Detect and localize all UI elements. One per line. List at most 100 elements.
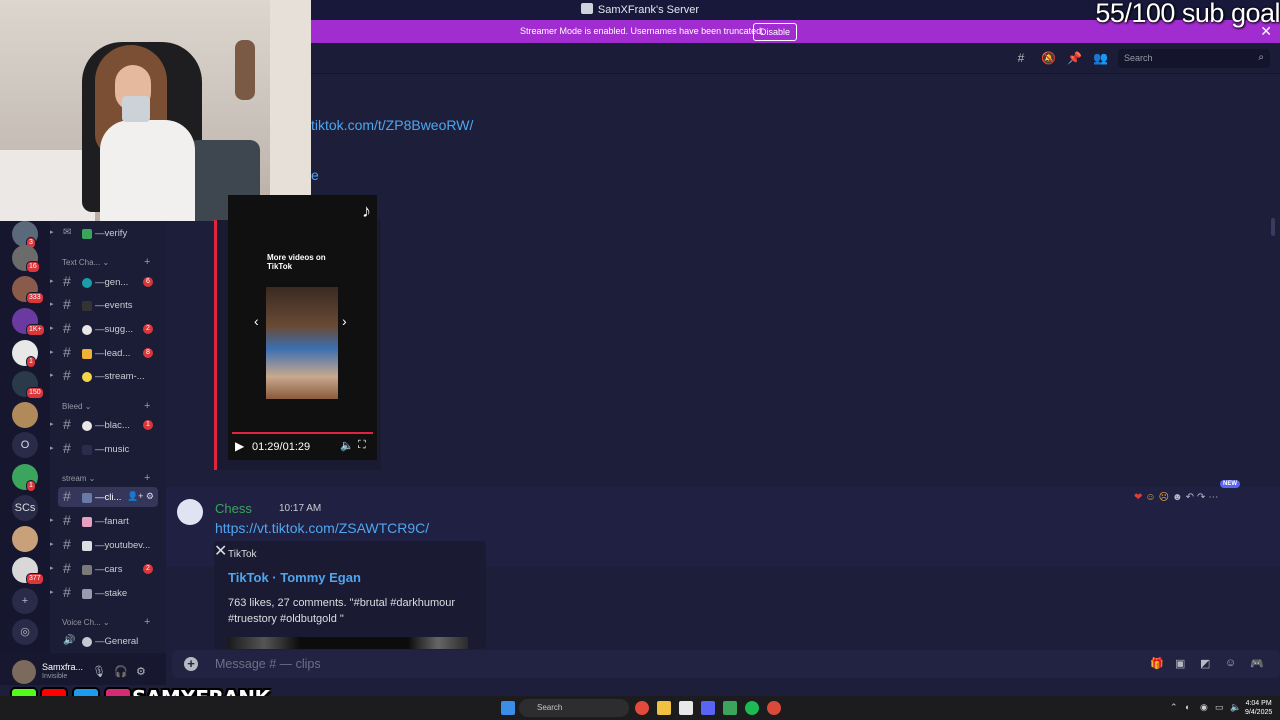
channel-settings-icon[interactable]: 👤+ ⚙: [127, 491, 154, 502]
windows-taskbar: Search ⌃ ◐ ◉ ▭ 🔈 4:04 PM 9/4/2025: [0, 696, 1280, 720]
tray-app-icon-2[interactable]: ◉: [1200, 702, 1208, 713]
video-progress-bar[interactable]: [232, 432, 373, 434]
sticker-icon[interactable]: ◩: [1200, 657, 1210, 670]
store-icon[interactable]: [679, 701, 693, 715]
apps-icon[interactable]: 🎮: [1250, 657, 1264, 670]
tray-expand-icon[interactable]: ⌃: [1170, 702, 1178, 713]
spotify-icon[interactable]: [745, 701, 759, 715]
gif-icon[interactable]: ▣: [1175, 657, 1185, 670]
message-link[interactable]: https://vt.tiktok.com/ZSAWTCR9C/: [215, 520, 429, 536]
message-input[interactable]: Message # — clips: [215, 657, 321, 671]
channel-music[interactable]: ▸ # —music: [50, 439, 166, 459]
volume-icon[interactable]: 🔈: [340, 439, 354, 452]
volume-tray-icon[interactable]: 🔈: [1230, 702, 1241, 713]
discord-taskbar-icon[interactable]: [701, 701, 715, 715]
prev-video-icon[interactable]: ‹: [254, 313, 259, 329]
category-bleed[interactable]: Bleed ⌄ +: [62, 400, 150, 412]
channel-blackjack[interactable]: ▸ # —blac... 1: [50, 415, 166, 435]
headphones-icon[interactable]: 🎧: [114, 665, 128, 678]
windows-start-icon[interactable]: [501, 701, 515, 715]
trophy-emoji-icon: [82, 349, 92, 359]
server-icon-8[interactable]: O: [12, 432, 38, 458]
server-icon-4[interactable]: 1K+: [12, 308, 45, 336]
laugh-reaction-icon[interactable]: ☺: [1145, 489, 1155, 507]
add-server-icon[interactable]: +: [12, 588, 38, 614]
channel-fanart[interactable]: ▸ # —fanart: [50, 511, 166, 531]
server-icon-12[interactable]: 377: [12, 557, 44, 585]
avatar[interactable]: [177, 499, 203, 525]
server-icon-10[interactable]: SCs: [12, 495, 38, 521]
channel-cars[interactable]: ▸ # —cars 2: [50, 559, 166, 579]
server-icon-3[interactable]: 333: [12, 276, 44, 304]
play-icon[interactable]: ▶: [235, 439, 244, 453]
window-title: SamXFrank's Server: [597, 4, 700, 16]
server-icon-6[interactable]: 150: [12, 371, 44, 399]
server-icon-11[interactable]: [12, 526, 38, 552]
server-icon-1[interactable]: 3: [12, 221, 38, 249]
heart-reaction-icon[interactable]: ❤: [1134, 489, 1142, 507]
hash-icon: #: [63, 560, 71, 576]
fullscreen-icon[interactable]: ⛶: [358, 439, 366, 452]
message-author[interactable]: Chess: [215, 501, 252, 516]
channel-suggestions[interactable]: ▸ # —sugg... 2: [50, 319, 166, 339]
category-voice[interactable]: Voice Ch... ⌄ +: [62, 616, 150, 628]
taskbar-clock[interactable]: 4:04 PM 9/4/2025: [1245, 699, 1272, 717]
mute-icon[interactable]: 🔕: [1041, 51, 1056, 65]
add-channel-icon[interactable]: +: [144, 472, 150, 484]
tiktok-video-player[interactable]: ♪ More videos on TikTok ‹ › ▶ 01:29/01:2…: [228, 195, 377, 460]
add-channel-icon[interactable]: +: [144, 400, 150, 412]
more-videos-text: More videos on TikTok: [267, 253, 326, 271]
channel-verify[interactable]: ▸ ✉ —verify: [50, 223, 166, 243]
channel-leaderboard[interactable]: ▸ # —lead... 8: [50, 343, 166, 363]
obs-icon[interactable]: [723, 701, 737, 715]
next-video-icon[interactable]: ›: [342, 313, 347, 329]
avatar[interactable]: [12, 660, 36, 684]
channel-stake[interactable]: ▸ # —stake: [50, 583, 166, 603]
members-icon[interactable]: 👥: [1093, 51, 1108, 65]
channel-general[interactable]: ▸ # —gen... 6: [50, 272, 166, 292]
settings-gear-icon[interactable]: ⚙: [136, 665, 146, 678]
channel-events[interactable]: ▸ # —events: [50, 295, 166, 315]
search-input[interactable]: Search ⌕: [1118, 49, 1270, 68]
add-reaction-icon[interactable]: ☻: [1172, 489, 1183, 507]
more-options-icon[interactable]: ⋯: [1208, 489, 1218, 507]
mic-icon[interactable]: 🎙: [92, 665, 106, 678]
server-icon-2[interactable]: 16: [12, 245, 40, 273]
threads-icon[interactable]: #: [1014, 51, 1028, 65]
video-thumbnail[interactable]: [266, 287, 338, 399]
channel-youtube[interactable]: ▸ # —youtubev...: [50, 535, 166, 555]
server-icon-7[interactable]: [12, 402, 38, 428]
add-channel-icon[interactable]: +: [144, 616, 150, 628]
remove-embed-icon[interactable]: ✕: [214, 541, 227, 561]
reply-icon[interactable]: ↶: [1186, 489, 1194, 507]
add-channel-icon[interactable]: +: [144, 256, 150, 268]
server-icon-5[interactable]: 1: [12, 340, 38, 368]
server-badge: 150: [26, 387, 44, 399]
add-attachment-icon[interactable]: +: [184, 657, 198, 671]
chrome-icon[interactable]: [635, 701, 649, 715]
message-link[interactable]: tiktok.com/t/ZP8BweoRW/: [311, 117, 473, 133]
scrollbar[interactable]: [1271, 218, 1275, 236]
pin-icon[interactable]: 📌: [1067, 51, 1082, 65]
gift-icon[interactable]: 🎁: [1150, 657, 1164, 670]
embed-title[interactable]: TikTok · Tommy Egan: [228, 570, 361, 585]
cry-reaction-icon[interactable]: ☹: [1159, 489, 1169, 507]
emoji-icon[interactable]: ☺: [1225, 657, 1236, 669]
disable-button[interactable]: Disable: [753, 23, 798, 41]
server-icon-9[interactable]: 1: [12, 464, 38, 492]
browser-icon[interactable]: [767, 701, 781, 715]
embed-image[interactable]: [228, 637, 468, 649]
category-text-channels[interactable]: Text Cha... ⌄ +: [62, 256, 150, 268]
tray-app-icon[interactable]: ◐: [1185, 702, 1190, 712]
forward-icon[interactable]: ↷: [1197, 489, 1205, 507]
file-explorer-icon[interactable]: [657, 701, 671, 715]
discover-icon[interactable]: ◎: [12, 619, 38, 645]
channel-stream-ideas[interactable]: ▸ # —stream-...: [50, 366, 166, 386]
taskbar-search[interactable]: Search: [519, 699, 629, 717]
category-stream[interactable]: stream ⌄ +: [62, 472, 150, 484]
network-icon[interactable]: ▭: [1215, 702, 1224, 713]
channel-clips[interactable]: # —cli... 👤+ ⚙: [58, 487, 158, 507]
voice-channel-general[interactable]: 🔊 —General: [50, 631, 166, 651]
globe-emoji-icon: [82, 278, 92, 288]
embed-author-link[interactable]: e: [311, 167, 319, 183]
